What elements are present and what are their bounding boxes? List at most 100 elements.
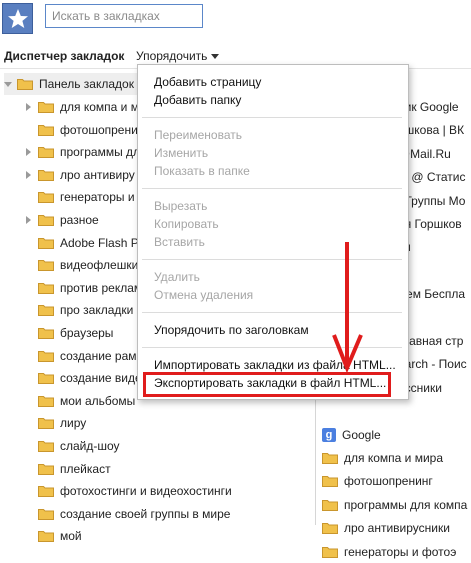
expand-arrow-icon[interactable] — [26, 148, 31, 157]
tree-item[interactable]: для компа и м — [26, 96, 139, 118]
menu-item-cut: Вырезать — [154, 199, 208, 213]
google-icon: g — [322, 427, 336, 442]
tree-item[interactable]: видеофлешки — [26, 254, 138, 276]
red-arrow-annotation — [332, 242, 363, 374]
folder-icon — [38, 328, 54, 339]
tree-item-label: для компа и м — [60, 100, 139, 114]
tree-item-label: фотошопрени — [60, 122, 138, 137]
organize-label: Упорядочить — [136, 49, 208, 63]
menu-item-edit: Изменить — [154, 146, 209, 160]
folder-icon — [38, 282, 54, 294]
bookmark-row[interactable]: генераторы и фотоэ — [322, 541, 471, 563]
tree-item-label: видеофлешки — [60, 258, 139, 273]
tree-item-label: слайд-шоу — [60, 439, 120, 453]
menu-separator — [142, 117, 402, 118]
folder-icon — [38, 147, 54, 159]
tree-item[interactable]: фотохостинги и видеохостинги — [26, 480, 232, 502]
star-icon — [2, 3, 33, 34]
folder-icon — [38, 463, 54, 475]
tree-item-label: браузеры — [60, 326, 114, 340]
expand-arrow-icon[interactable] — [26, 170, 31, 179]
export-highlight-box — [143, 372, 391, 397]
folder-icon — [38, 124, 54, 136]
folder-icon — [38, 418, 54, 430]
menu-item-add-page[interactable]: Добавить страницу — [154, 75, 261, 89]
bookmark-row[interactable]: g Google — [322, 424, 471, 446]
menu-item-add-folder[interactable]: Добавить папку — [154, 93, 241, 107]
bookmark-row[interactable]: фотошопренинг — [322, 470, 471, 492]
folder-icon — [38, 486, 54, 498]
page-title: Диспетчер закладок — [4, 49, 125, 63]
top-bar — [0, 0, 471, 44]
organize-menu-button[interactable]: Упорядочить — [136, 49, 220, 63]
expand-arrow-icon[interactable] — [26, 216, 31, 224]
tree-item[interactable]: лиру — [26, 412, 86, 434]
tree-item-label: Панель закладок — [39, 77, 134, 91]
tree-item-label: фотохостинги и видеохостинги — [60, 484, 232, 499]
tree-item[interactable]: генераторы и — [26, 186, 135, 208]
tree-item-label: мои альбомы — [60, 393, 136, 408]
tree-item-label: создание виде — [60, 371, 142, 386]
tree-item[interactable]: про закладки — [26, 299, 133, 321]
tree-item[interactable]: создание рам — [26, 345, 137, 367]
bookmark-label: Google — [342, 427, 381, 442]
folder-icon — [322, 523, 338, 535]
folder-icon — [38, 441, 54, 452]
menu-item-undo-delete: Отмена удаления — [154, 288, 254, 302]
tree-item-label: Adobe Flash Pl — [60, 235, 142, 250]
menu-item-rename: Переименовать — [154, 128, 242, 142]
folder-icon — [38, 260, 54, 272]
menu-separator — [142, 188, 402, 189]
folder-icon — [322, 453, 338, 464]
folder-icon — [322, 476, 338, 488]
chevron-down-icon — [211, 54, 220, 60]
tree-item[interactable]: мой — [26, 525, 82, 547]
folder-icon — [38, 350, 54, 362]
tree-item[interactable]: разное — [26, 209, 99, 231]
expand-arrow-icon[interactable] — [26, 103, 31, 111]
folder-icon — [38, 508, 54, 520]
folder-icon — [38, 192, 54, 204]
bookmark-label: генераторы и фотоэ — [344, 544, 457, 559]
bookmark-row[interactable]: лро антивирусники — [322, 517, 471, 539]
tree-item[interactable]: фотошопрени — [26, 119, 138, 141]
bookmark-row[interactable] — [398, 400, 471, 422]
tree-item[interactable]: браузеры — [26, 322, 113, 344]
menu-item-sort-by-title[interactable]: Упорядочить по заголовкам — [154, 323, 309, 337]
bookmark-label: программы для компа — [344, 497, 468, 512]
folder-icon — [38, 215, 54, 226]
tree-item[interactable]: программы дл — [26, 141, 140, 163]
tree-item-label: создание своей группы в мире — [60, 506, 231, 521]
tree-item-label: создание рам — [60, 348, 137, 363]
folder-icon — [17, 79, 33, 90]
search-input[interactable] — [45, 4, 203, 28]
bookmark-row[interactable]: программы для компа — [322, 494, 471, 516]
expand-arrow-icon[interactable] — [4, 81, 12, 87]
tree-item-label: против реклам — [60, 280, 143, 295]
menu-item-delete: Удалить — [154, 270, 200, 284]
tree-item[interactable]: против реклам — [26, 277, 142, 299]
bookmark-label: лро антивирусники — [344, 521, 450, 536]
folder-icon — [322, 546, 338, 558]
tree-item[interactable]: Adobe Flash Pl — [26, 232, 141, 254]
folder-icon — [38, 373, 54, 385]
tree-item[interactable]: слайд-шоу — [26, 435, 120, 457]
tree-item-label: мой — [60, 529, 82, 544]
folder-icon — [38, 531, 54, 543]
tree-item[interactable]: мои альбомы — [26, 390, 135, 412]
tree-item-label: разное — [60, 213, 99, 227]
menu-item-copy: Копировать — [154, 217, 219, 231]
tree-item[interactable]: лро антивиру — [26, 164, 135, 186]
tree-item[interactable]: плейкаст — [26, 458, 111, 480]
folder-icon — [322, 499, 338, 511]
tree-item[interactable]: создание виде — [26, 367, 142, 389]
tree-item[interactable]: создание своей группы в мире — [26, 503, 230, 525]
folder-icon — [38, 169, 54, 181]
bookmark-label: фотошопренинг — [344, 474, 433, 489]
bookmark-row[interactable]: для компа и мира — [322, 447, 471, 469]
tree-item-label: плейкаст — [60, 461, 111, 476]
tree-item-label: лиру — [60, 416, 87, 431]
folder-icon — [38, 395, 54, 407]
folder-icon — [38, 237, 54, 249]
folder-icon — [38, 102, 54, 113]
